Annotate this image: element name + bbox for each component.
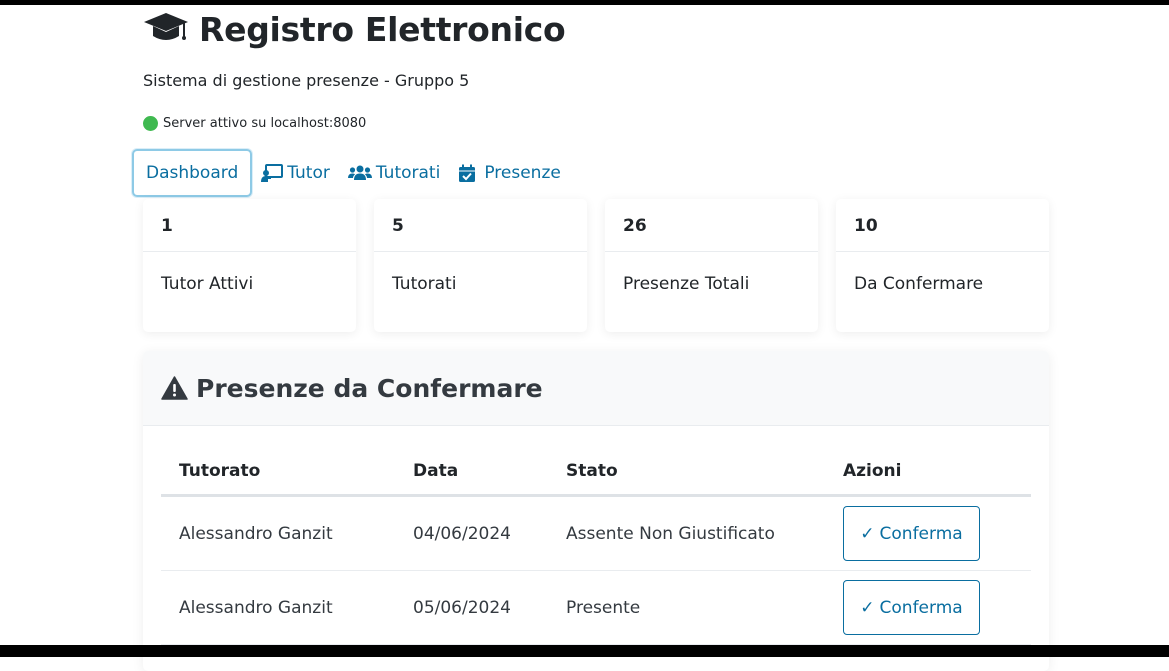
stat-label: Presenze Totali bbox=[623, 274, 750, 294]
nav-tutorati[interactable]: Tutorati bbox=[347, 163, 441, 183]
page-header: Registro Elettronico bbox=[143, 9, 1049, 49]
cell-tutorato: Alessandro Ganzit bbox=[161, 570, 395, 645]
pending-table: Tutorato Data Stato Azioni Alessandro Ga… bbox=[161, 447, 1031, 645]
stat-label: Tutor Attivi bbox=[161, 274, 254, 294]
cell-azioni: ✓ Conferma bbox=[825, 570, 1031, 645]
users-icon bbox=[347, 164, 372, 182]
nav-presenze[interactable]: Presenze bbox=[458, 163, 561, 183]
server-status-text: Server attivo su localhost:8080 bbox=[163, 116, 367, 131]
stats-row: 1 Tutor Attivi 5 Tutorati 26 Presenze To… bbox=[143, 199, 1049, 332]
server-status: Server attivo su localhost:8080 bbox=[143, 116, 1049, 131]
panel-header: Presenze da Confermare bbox=[143, 351, 1049, 426]
column-header-azioni: Azioni bbox=[825, 447, 1031, 497]
cell-stato: Assente Non Giustificato bbox=[548, 495, 825, 571]
stat-card-tutor-attivi: 1 Tutor Attivi bbox=[143, 199, 356, 332]
nav-dashboard[interactable]: Dashboard bbox=[132, 149, 253, 197]
column-header-stato: Stato bbox=[548, 447, 825, 497]
nav-tutorati-label: Tutorati bbox=[375, 163, 441, 183]
pending-presences-panel: Presenze da Confermare Tutorato Data Sta… bbox=[143, 351, 1049, 671]
stat-value: 1 bbox=[143, 199, 356, 252]
stat-card-da-confermare: 10 Da Confermare bbox=[836, 199, 1049, 332]
conferma-button-label: Conferma bbox=[879, 597, 963, 618]
table-row: Alessandro Ganzit 05/06/2024 Presente ✓ … bbox=[161, 570, 1031, 645]
chalkboard-teacher-icon bbox=[261, 164, 284, 182]
panel-title: Presenze da Confermare bbox=[196, 373, 543, 403]
nav-presenze-label: Presenze bbox=[484, 163, 561, 183]
nav-tutor-label: Tutor bbox=[287, 163, 330, 183]
calendar-check-icon bbox=[458, 164, 480, 182]
warning-icon bbox=[161, 376, 188, 400]
main-container: Registro Elettronico Sistema di gestione… bbox=[132, 5, 1049, 671]
nav-tutor[interactable]: Tutor bbox=[261, 163, 330, 183]
stat-value: 5 bbox=[374, 199, 587, 252]
conferma-button-label: Conferma bbox=[879, 523, 963, 544]
conferma-button[interactable]: ✓ Conferma bbox=[843, 580, 980, 635]
conferma-button[interactable]: ✓ Conferma bbox=[843, 506, 980, 561]
main-nav: Dashboard Tutor Tutorati Presenze bbox=[132, 149, 1049, 197]
bottom-frame-bar bbox=[0, 645, 1169, 657]
table-row: Alessandro Ganzit 04/06/2024 Assente Non… bbox=[161, 495, 1031, 571]
column-header-data: Data bbox=[395, 447, 548, 497]
page-subtitle: Sistema di gestione presenze - Gruppo 5 bbox=[143, 71, 470, 90]
stat-card-tutorati: 5 Tutorati bbox=[374, 199, 587, 332]
table-header-row: Tutorato Data Stato Azioni bbox=[161, 447, 1031, 497]
status-dot-icon bbox=[143, 116, 158, 131]
stat-label: Tutorati bbox=[392, 274, 457, 294]
stat-label: Da Confermare bbox=[854, 274, 984, 294]
nav-dashboard-label: Dashboard bbox=[146, 163, 239, 183]
stat-value: 10 bbox=[836, 199, 1049, 252]
cell-azioni: ✓ Conferma bbox=[825, 495, 1031, 571]
cell-stato: Presente bbox=[548, 570, 825, 645]
page-title: Registro Elettronico bbox=[199, 9, 566, 49]
stat-value: 26 bbox=[605, 199, 818, 252]
column-header-tutorato: Tutorato bbox=[161, 447, 395, 497]
cell-tutorato: Alessandro Ganzit bbox=[161, 495, 395, 571]
graduation-cap-icon bbox=[143, 11, 189, 47]
check-icon: ✓ bbox=[860, 597, 875, 618]
stat-card-presenze-totali: 26 Presenze Totali bbox=[605, 199, 818, 332]
cell-data: 05/06/2024 bbox=[395, 570, 548, 645]
cell-data: 04/06/2024 bbox=[395, 495, 548, 571]
check-icon: ✓ bbox=[860, 523, 875, 544]
